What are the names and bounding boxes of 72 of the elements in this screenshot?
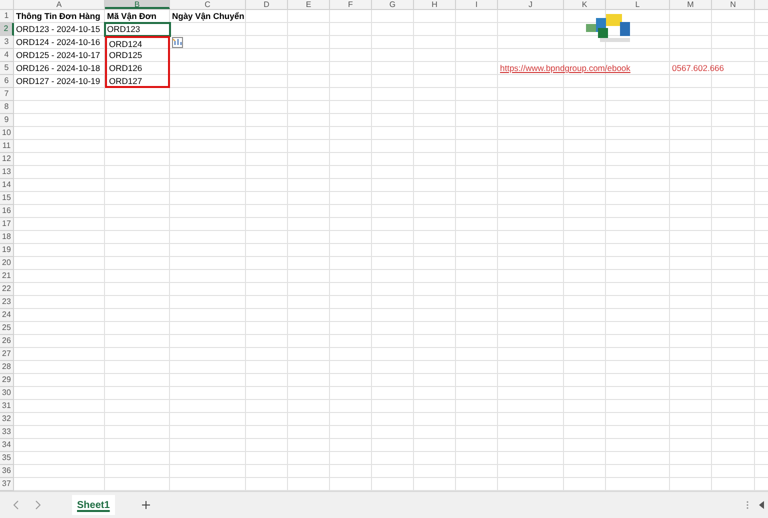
- column-header[interactable]: K: [564, 0, 606, 9]
- row-header[interactable]: 20: [0, 257, 14, 270]
- row-header[interactable]: 8: [0, 101, 14, 114]
- row-header[interactable]: 7: [0, 88, 14, 101]
- row-header[interactable]: 27: [0, 348, 14, 361]
- row-header[interactable]: 13: [0, 166, 14, 179]
- cell-text: ORD125 - 2024-10-17: [15, 49, 102, 62]
- row-header[interactable]: 1: [0, 10, 14, 23]
- cell-text: ORD123 - 2024-10-15: [15, 23, 102, 36]
- column-header[interactable]: D: [246, 0, 288, 9]
- cell-text: ORD127: [105, 75, 170, 88]
- row-header[interactable]: 30: [0, 387, 14, 400]
- column-header[interactable]: M: [670, 0, 712, 9]
- cell-text: ORD124: [105, 36, 170, 49]
- row-header[interactable]: 22: [0, 283, 14, 296]
- row-header[interactable]: 4: [0, 49, 14, 62]
- row-header[interactable]: 12: [0, 153, 14, 166]
- row-header[interactable]: 14: [0, 179, 14, 192]
- row-header[interactable]: 19: [0, 244, 14, 257]
- cell-text: ORD125: [105, 49, 170, 62]
- row-header[interactable]: 21: [0, 270, 14, 283]
- column-header[interactable]: J: [498, 0, 564, 9]
- chevron-right-icon[interactable]: [34, 500, 42, 510]
- row-header[interactable]: 25: [0, 322, 14, 335]
- cell-text: ORD124 - 2024-10-16: [15, 36, 102, 49]
- cell-text: 0567.602.666: [671, 62, 725, 75]
- column-header[interactable]: I: [456, 0, 498, 9]
- row-header[interactable]: 37: [0, 478, 14, 491]
- row-header[interactable]: 5: [0, 62, 14, 75]
- sheet-tab[interactable]: Sheet1: [72, 495, 115, 515]
- cell-text: https://www.bpndgroup.com/ebook: [499, 62, 632, 75]
- row-header[interactable]: 18: [0, 231, 14, 244]
- cell-text: ORD126 - 2024-10-18: [15, 62, 102, 75]
- row-header[interactable]: 6: [0, 75, 14, 88]
- cell-text: ORD123: [105, 23, 170, 36]
- row-header[interactable]: 31: [0, 400, 14, 413]
- column-header[interactable]: E: [288, 0, 330, 9]
- column-header[interactable]: L: [606, 0, 670, 9]
- row-header[interactable]: 29: [0, 374, 14, 387]
- column-header[interactable]: F: [330, 0, 372, 9]
- cell-text: Thông Tin Đơn Hàng: [15, 10, 102, 23]
- column-header[interactable]: B: [105, 0, 170, 9]
- row-header[interactable]: 3: [0, 36, 14, 49]
- cell-text: Mã Vận Đơn: [106, 10, 158, 23]
- column-header[interactable]: G: [372, 0, 414, 9]
- row-header[interactable]: 34: [0, 439, 14, 452]
- row-header[interactable]: 36: [0, 465, 14, 478]
- row-header[interactable]: 35: [0, 452, 14, 465]
- row-header[interactable]: 9: [0, 114, 14, 127]
- row-header[interactable]: 11: [0, 140, 14, 153]
- column-header[interactable]: N: [712, 0, 755, 9]
- row-header[interactable]: 32: [0, 413, 14, 426]
- row-header[interactable]: 28: [0, 361, 14, 374]
- row-header[interactable]: 2: [0, 23, 14, 36]
- cell-text: ORD126: [105, 62, 170, 75]
- more-icon[interactable]: [746, 500, 749, 510]
- cell-text: ORD127 - 2024-10-19: [15, 75, 102, 88]
- quick-analysis-icon[interactable]: [172, 37, 183, 48]
- row-header[interactable]: 23: [0, 296, 14, 309]
- row-header[interactable]: 33: [0, 426, 14, 439]
- row-header[interactable]: 24: [0, 309, 14, 322]
- cell-text: Ngày Vận Chuyển: [171, 10, 246, 23]
- plus-icon[interactable]: [140, 500, 151, 510]
- row-header[interactable]: 15: [0, 192, 14, 205]
- row-header[interactable]: 16: [0, 205, 14, 218]
- column-header[interactable]: C: [170, 0, 246, 9]
- scroll-left-icon[interactable]: [759, 501, 764, 509]
- row-header[interactable]: 10: [0, 127, 14, 140]
- column-header[interactable]: H: [414, 0, 456, 9]
- row-header[interactable]: 17: [0, 218, 14, 231]
- row-header[interactable]: 26: [0, 335, 14, 348]
- chevron-left-icon[interactable]: [12, 500, 20, 510]
